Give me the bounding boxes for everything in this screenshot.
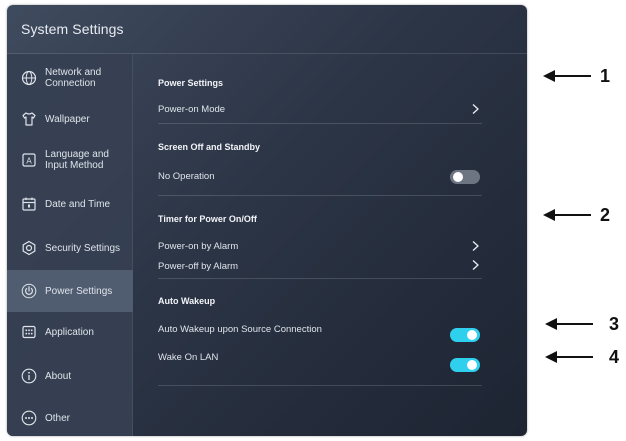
callout-number: 4: [609, 347, 620, 367]
title-bar: System Settings: [7, 5, 527, 54]
divider: [158, 278, 482, 279]
section-title-power-settings: Power Settings: [158, 78, 224, 88]
grid-apps-icon: [21, 324, 37, 340]
info-icon: [21, 368, 37, 384]
left-arrow-icon: [545, 351, 593, 363]
no-operation-toggle[interactable]: [450, 170, 480, 184]
divider: [158, 385, 482, 386]
callout-number: 3: [609, 314, 620, 334]
sidebar-item-about[interactable]: About: [7, 356, 133, 396]
keyboard-a-icon: A: [21, 152, 37, 168]
sidebar-item-label: Wallpaper: [45, 114, 90, 125]
sidebar-item-application[interactable]: Application: [7, 312, 133, 352]
sidebar-item-label: Power Settings: [45, 286, 113, 297]
callout-number: 2: [600, 205, 611, 225]
sidebar-item-power[interactable]: Power Settings: [7, 270, 133, 312]
sidebar-item-label: Network and Connection: [45, 67, 102, 89]
sidebar-item-label: Other: [45, 413, 71, 424]
settings-window: System Settings Network and Connection W…: [7, 5, 527, 436]
power-icon: [21, 283, 37, 299]
wake-on-lan-row: Wake On LAN: [158, 352, 219, 363]
sidebar-item-language[interactable]: A Language and Input Method: [7, 140, 133, 180]
divider: [158, 195, 482, 196]
toggle-knob: [453, 172, 463, 182]
auto-wakeup-source-row: Auto Wakeup upon Source Connection: [158, 324, 322, 335]
more-icon: [21, 410, 37, 426]
settings-content: Power Settings Power-on Mode Screen Off …: [134, 54, 527, 436]
auto-wakeup-source-toggle[interactable]: [450, 328, 480, 342]
shirt-icon: [21, 111, 37, 127]
left-arrow-icon: [543, 209, 591, 221]
callout-number: 1: [600, 66, 611, 86]
sidebar-item-label: Language and Input Method: [45, 149, 109, 171]
left-arrow-icon: [543, 70, 591, 82]
sidebar-item-label: Date and Time: [45, 199, 111, 210]
callout-3: 3: [545, 314, 623, 334]
sidebar-item-label: Application: [45, 327, 94, 338]
power-off-by-alarm-row[interactable]: Power-off by Alarm: [158, 261, 238, 272]
wake-on-lan-toggle[interactable]: [450, 358, 480, 372]
callout-1: 1: [543, 66, 623, 86]
toggle-knob: [467, 360, 477, 370]
divider: [158, 123, 482, 124]
section-title-screen-off: Screen Off and Standby: [158, 142, 261, 152]
app-title: System Settings: [21, 21, 124, 37]
chevron-right-icon[interactable]: [470, 103, 480, 115]
callout-2: 2: [543, 205, 623, 225]
sidebar-item-security[interactable]: Security Settings: [7, 228, 133, 268]
callout-4: 4: [545, 347, 623, 367]
chevron-right-icon[interactable]: [470, 240, 480, 252]
sidebar: Network and Connection Wallpaper A Langu…: [7, 54, 133, 436]
shield-gear-icon: [21, 240, 37, 256]
sidebar-item-label: Security Settings: [45, 243, 121, 254]
sidebar-item-date-time[interactable]: Date and Time: [7, 184, 133, 224]
sidebar-item-wallpaper[interactable]: Wallpaper: [7, 99, 133, 139]
power-on-mode-row[interactable]: Power-on Mode: [158, 104, 225, 115]
sidebar-item-network[interactable]: Network and Connection: [7, 58, 133, 98]
sidebar-item-other[interactable]: Other: [7, 398, 133, 436]
calendar-icon: [21, 196, 37, 212]
globe-icon: [21, 70, 37, 86]
chevron-right-icon[interactable]: [470, 259, 480, 271]
left-arrow-icon: [545, 318, 593, 330]
section-title-timer: Timer for Power On/Off: [158, 214, 257, 224]
sidebar-item-label: About: [45, 371, 72, 382]
power-on-by-alarm-row[interactable]: Power-on by Alarm: [158, 241, 238, 252]
svg-text:A: A: [26, 157, 32, 166]
section-title-auto-wakeup: Auto Wakeup: [158, 296, 216, 306]
toggle-knob: [467, 330, 477, 340]
no-operation-row: No Operation: [158, 171, 215, 182]
